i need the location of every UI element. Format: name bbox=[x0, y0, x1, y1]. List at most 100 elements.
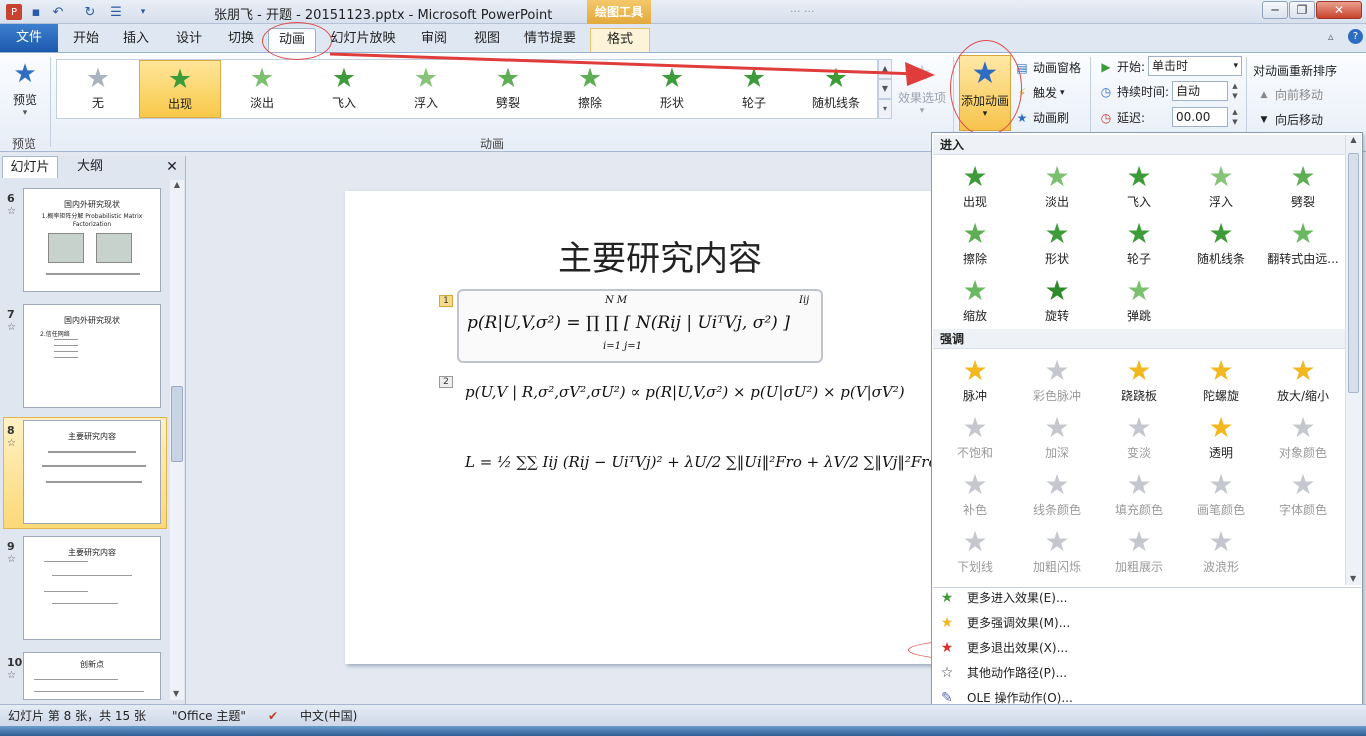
gallery-item-fade[interactable]: ★ 淡出 bbox=[221, 60, 303, 118]
gallery-scroll-up[interactable]: ▲ bbox=[878, 59, 892, 79]
tab-view[interactable]: 视图 bbox=[466, 28, 508, 52]
close-button[interactable]: ✕ bbox=[1316, 1, 1362, 19]
equation-1-exponent: Iij bbox=[799, 295, 810, 306]
menu-more-emphasis[interactable]: ★ 更多强调效果(M)... bbox=[933, 611, 1361, 636]
gallery-scroll-down[interactable]: ▼ bbox=[878, 79, 892, 99]
slide-thumb-7[interactable]: 国内外研究现状 2.信任网络 bbox=[23, 304, 161, 408]
thumb-number: 8 bbox=[7, 424, 15, 437]
slide-title[interactable]: 主要研究内容 bbox=[345, 231, 975, 280]
gallery-item-wipe[interactable]: ★ 擦除 bbox=[549, 60, 631, 118]
move-later-button[interactable]: ▼ 向后移动 bbox=[1256, 111, 1323, 128]
tab-insert[interactable]: 插入 bbox=[116, 28, 156, 52]
effect-options-button[interactable]: ★ 效果选项 ▾ bbox=[896, 59, 948, 129]
entrance-effect-item[interactable]: ★ 劈裂 bbox=[1262, 157, 1344, 214]
split-star-icon: ★ bbox=[495, 63, 521, 94]
tab-home[interactable]: 开始 bbox=[64, 28, 108, 52]
equation-box-1[interactable]: p(R|U,V,σ²) = ∏ ∏ [ N(Rij | UiᵀVj, σ²) ]… bbox=[457, 289, 823, 363]
thumb-number: 6 bbox=[7, 192, 15, 205]
entrance-effect-item[interactable]: ★ 出现 bbox=[934, 157, 1016, 214]
entrance-effect-item[interactable]: ★ 浮入 bbox=[1180, 157, 1262, 214]
theme-status[interactable]: "Office 主题" bbox=[172, 705, 246, 727]
effect-label: 彩色脉冲 bbox=[1032, 389, 1081, 403]
menu-more-exit[interactable]: ★ 更多退出效果(X)... bbox=[933, 636, 1361, 661]
language-status[interactable]: 中文(中国) bbox=[300, 705, 357, 727]
gallery-item-fly-in[interactable]: ★ 飞入 bbox=[303, 60, 385, 118]
preview-button[interactable]: ★ 预览 ▾ bbox=[6, 57, 44, 121]
tab-outline[interactable]: 大纲 bbox=[62, 156, 118, 178]
spin-down-icon: ▼ bbox=[1232, 92, 1238, 100]
slides-scrollbar[interactable]: ▲ ▼ bbox=[170, 180, 184, 700]
entrance-effect-item[interactable]: ★ 随机线条 bbox=[1180, 214, 1262, 271]
menu-more-entrance[interactable]: ★ 更多进入效果(E)... bbox=[933, 586, 1361, 611]
slide-thumb-9[interactable]: 主要研究内容 bbox=[23, 536, 161, 640]
tab-review[interactable]: 审阅 bbox=[412, 28, 456, 52]
animation-pane-button[interactable]: ▤ 动画窗格 bbox=[1014, 59, 1081, 76]
delay-input[interactable]: 00.00 bbox=[1172, 107, 1228, 127]
gallery-item-split[interactable]: ★ 劈裂 bbox=[467, 60, 549, 118]
menu-motion-paths[interactable]: ☆ 其他动作路径(P)... bbox=[933, 661, 1361, 686]
tab-format[interactable]: 格式 bbox=[590, 28, 650, 52]
restore-button[interactable]: ❐ bbox=[1289, 1, 1315, 19]
start-select[interactable]: 单击时 ▾ bbox=[1148, 56, 1242, 76]
tab-transitions[interactable]: 切换 bbox=[220, 28, 262, 52]
emphasis-effect-item[interactable]: ★ 透明 bbox=[1180, 408, 1262, 465]
tab-design[interactable]: 设计 bbox=[168, 28, 210, 52]
emphasis-effect-item[interactable]: ★ 脉冲 bbox=[934, 351, 1016, 408]
entrance-effect-item[interactable]: ★ 飞入 bbox=[1098, 157, 1180, 214]
redo-icon[interactable]: ↻ bbox=[82, 4, 98, 20]
entrance-effect-item[interactable]: ★ 形状 bbox=[1016, 214, 1098, 271]
slide-thumb-8[interactable]: 主要研究内容 bbox=[23, 420, 161, 524]
emphasis-star-icon: ★ bbox=[1290, 468, 1316, 501]
gallery-item-random-bars[interactable]: ★ 随机线条 bbox=[795, 60, 877, 118]
spellcheck-icon[interactable]: ✔ bbox=[268, 705, 278, 727]
customize-qat-icon[interactable]: ▾ bbox=[138, 4, 148, 20]
spin-up-icon: ▲ bbox=[1232, 108, 1238, 116]
entrance-effect-item[interactable]: ★ 缩放 bbox=[934, 271, 1016, 328]
tab-slideshow[interactable]: 幻灯片放映 bbox=[328, 28, 398, 52]
panel-close-icon[interactable]: ✕ bbox=[162, 156, 182, 178]
move-earlier-button[interactable]: ▲ 向前移动 bbox=[1256, 86, 1323, 103]
animation-painter-label: 动画刷 bbox=[1033, 111, 1070, 125]
equation-3[interactable]: L = ½ ∑∑ Iij (Rij − UiᵀVj)² + λU/2 ∑‖Ui‖… bbox=[465, 453, 938, 471]
emphasis-effect-item: ★ 加深 bbox=[1016, 408, 1098, 465]
bullets-icon[interactable]: ☰ bbox=[106, 4, 126, 20]
emphasis-effect-item[interactable]: ★ 陀螺旋 bbox=[1180, 351, 1262, 408]
duration-spinner[interactable]: ▲ ▼ bbox=[1229, 81, 1241, 101]
emphasis-effect-item: ★ 补色 bbox=[934, 465, 1016, 522]
animation-painter-button[interactable]: ★ 动画刷 bbox=[1014, 109, 1069, 126]
scrollbar-thumb[interactable] bbox=[1348, 153, 1359, 393]
tab-storyboard[interactable]: 情节提要 bbox=[518, 28, 582, 52]
entrance-effect-item[interactable]: ★ 轮子 bbox=[1098, 214, 1180, 271]
entrance-effect-item[interactable]: ★ 旋转 bbox=[1016, 271, 1098, 328]
gallery-item-none[interactable]: ★ 无 bbox=[57, 60, 139, 118]
entrance-effect-item[interactable]: ★ 翻转式由远... bbox=[1262, 214, 1344, 271]
tab-file[interactable]: 文件 bbox=[0, 24, 58, 52]
animation-order-tag[interactable]: 2 bbox=[439, 376, 453, 388]
entrance-effect-item[interactable]: ★ 淡出 bbox=[1016, 157, 1098, 214]
undo-icon[interactable]: ↶ bbox=[50, 4, 66, 20]
emphasis-effect-item[interactable]: ★ 放大/缩小 bbox=[1262, 351, 1344, 408]
slide[interactable]: 主要研究内容 1 p(R|U,V,σ²) = ∏ ∏ [ N(Rij | Uiᵀ… bbox=[345, 191, 975, 664]
equation-2[interactable]: p(U,V | R,σ²,σV²,σU²) ∝ p(R|U,V,σ²) × p(… bbox=[465, 383, 905, 401]
ribbon-minimize-icon[interactable]: ▵ bbox=[1328, 30, 1334, 43]
minimize-button[interactable]: ─ bbox=[1262, 1, 1288, 19]
delay-spinner[interactable]: ▲ ▼ bbox=[1229, 107, 1241, 127]
slide-thumb-6[interactable]: 国内外研究现状 1.概率矩阵分解 Probabilistic Matrix Fa… bbox=[23, 188, 161, 292]
tab-slides[interactable]: 幻灯片 bbox=[2, 156, 58, 178]
gallery-item-wheel[interactable]: ★ 轮子 bbox=[713, 60, 795, 118]
gallery-item-appear[interactable]: ★ 出现 bbox=[139, 60, 221, 118]
dropdown-scrollbar[interactable]: ▲ ▼ bbox=[1345, 135, 1361, 585]
gallery-item-float-in[interactable]: ★ 浮入 bbox=[385, 60, 467, 118]
duration-input[interactable]: 自动 bbox=[1172, 81, 1228, 101]
scrollbar-thumb[interactable] bbox=[171, 386, 183, 462]
entrance-effect-item[interactable]: ★ 弹跳 bbox=[1098, 271, 1180, 328]
save-icon[interactable]: ▪ bbox=[28, 4, 44, 20]
entrance-effect-item[interactable]: ★ 擦除 bbox=[934, 214, 1016, 271]
gallery-more[interactable]: ▾ bbox=[878, 99, 892, 119]
context-tab-group-label: 绘图工具 bbox=[587, 0, 651, 24]
slide-thumb-10[interactable]: 创新点 bbox=[23, 652, 161, 700]
emphasis-effect-item[interactable]: ★ 跷跷板 bbox=[1098, 351, 1180, 408]
animation-order-tag[interactable]: 1 bbox=[439, 295, 453, 307]
help-icon[interactable]: ? bbox=[1348, 29, 1363, 44]
gallery-item-shape[interactable]: ★ 形状 bbox=[631, 60, 713, 118]
